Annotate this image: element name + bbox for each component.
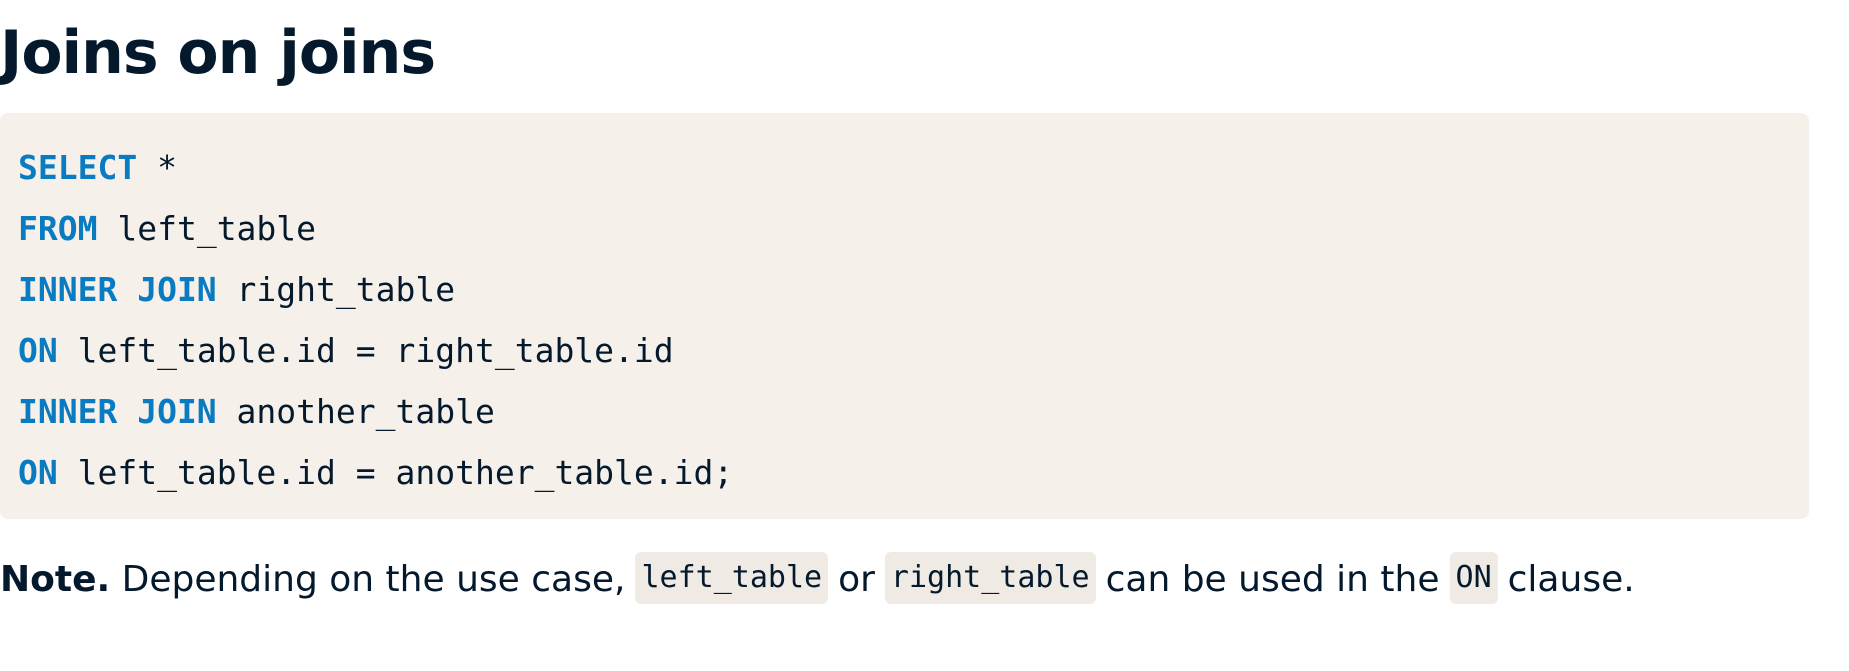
- inline-code-left-table: left_table: [635, 552, 829, 604]
- note-text-1: Depending on the use case,: [110, 559, 626, 600]
- note-text-3: can be used in the: [1105, 559, 1440, 600]
- code-line-inner-join-1: INNER JOIN right_table: [18, 259, 1809, 320]
- sql-text: *: [137, 148, 177, 187]
- sql-keyword: ON: [18, 331, 58, 370]
- note-label: Note.: [0, 559, 111, 600]
- sql-keyword: ON: [18, 453, 58, 492]
- page-title: Joins on joins: [0, 18, 436, 88]
- sql-keyword: INNER JOIN: [18, 392, 217, 431]
- sql-text: another_table: [216, 392, 495, 431]
- sql-text: right_table: [216, 270, 456, 309]
- inline-code-right-table: right_table: [884, 552, 1096, 604]
- note-paragraph: Note. Depending on the use case, left_tab…: [0, 552, 1635, 608]
- note-text-2: or: [838, 559, 875, 600]
- code-line-select: SELECT *: [18, 137, 1809, 198]
- code-line-inner-join-2: INNER JOIN another_table: [18, 381, 1809, 442]
- sql-text: left_table: [97, 209, 317, 248]
- code-line-on-1: ON left_table.id = right_table.id: [18, 320, 1809, 381]
- sql-text: left_table.id = another_table.id;: [57, 453, 734, 492]
- sql-keyword: FROM: [18, 209, 98, 248]
- code-line-from: FROM left_table: [18, 198, 1809, 259]
- sql-keyword: INNER JOIN: [18, 270, 217, 309]
- sql-code-block: SELECT * FROM left_table INNER JOIN righ…: [0, 113, 1809, 519]
- sql-keyword: SELECT: [18, 148, 138, 187]
- inline-code-on: ON: [1449, 552, 1498, 604]
- sql-text: left_table.id = right_table.id: [57, 331, 674, 370]
- note-text-4: clause.: [1507, 559, 1635, 600]
- code-line-on-2: ON left_table.id = another_table.id;: [18, 442, 1809, 503]
